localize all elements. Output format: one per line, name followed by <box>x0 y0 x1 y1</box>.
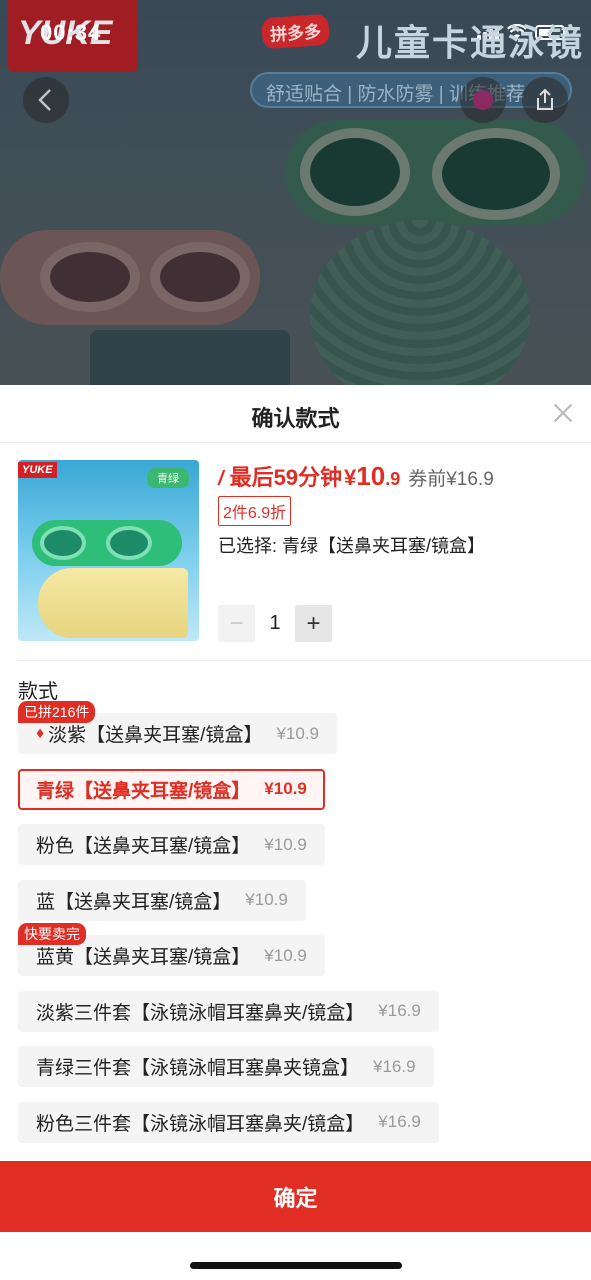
option-name: 青绿【送鼻夹耳塞/镜盒】 <box>36 780 251 802</box>
fire-icon: ♦ <box>36 724 45 742</box>
style-option-chip[interactable]: 粉色三件套【泳镜泳帽耳塞鼻夹/镜盒】 ¥16.9 <box>18 1101 439 1143</box>
thumb-podium <box>38 568 188 638</box>
option-price: ¥16.9 <box>378 1001 421 1020</box>
thumb-brand-logo: YUKE <box>18 462 57 478</box>
heart-icon <box>473 90 493 110</box>
product-summary: YUKE 青绿 / 最后59分钟 ¥ 10 .9 券前¥16.9 2件6.9折 … <box>18 460 574 660</box>
sheet-header: 确认款式 <box>0 385 591 443</box>
style-option: 青绿【送鼻夹耳塞/镜盒】 ¥10.9 <box>18 768 578 810</box>
style-option: 青绿三件套【泳镜泳帽耳塞鼻夹镜盒】 ¥16.9 <box>18 1046 578 1087</box>
quantity-stepper: − 1 + <box>218 605 332 642</box>
style-option: 粉色【送鼻夹耳塞/镜盒】 ¥10.9 <box>18 824 578 865</box>
decrease-button[interactable]: − <box>218 605 255 642</box>
flash-sale-icon: / <box>218 468 224 490</box>
option-name: 粉色三件套【泳镜泳帽耳塞鼻夹/镜盒】 <box>36 1113 365 1135</box>
promo-countdown: 最后59分钟 <box>229 465 343 490</box>
price-decimal: .9 <box>385 469 401 489</box>
style-option-chip[interactable]: 蓝【送鼻夹耳塞/镜盒】 ¥10.9 <box>18 879 306 921</box>
banner-title: 儿童卡通泳镜 <box>356 22 585 63</box>
price-symbol: ¥ <box>344 465 357 490</box>
option-price: ¥10.9 <box>264 779 307 798</box>
share-icon <box>537 88 553 110</box>
style-option-chip[interactable]: 粉色【送鼻夹耳塞/镜盒】 ¥10.9 <box>18 824 325 865</box>
style-options-list: 已拼216件 ♦ 淡紫【送鼻夹耳塞/镜盒】 ¥10.9 青绿【送鼻夹耳塞/镜盒】… <box>18 701 578 1157</box>
option-price: ¥16.9 <box>378 1112 421 1131</box>
thumb-color-tag: 青绿 <box>147 468 189 488</box>
style-option: 淡紫三件套【泳镜泳帽耳塞鼻夹/镜盒】 ¥16.9 <box>18 990 578 1032</box>
thumb-lens <box>40 526 86 560</box>
price-integer: 10 <box>356 461 386 491</box>
style-option: 粉色三件套【泳镜泳帽耳塞鼻夹/镜盒】 ¥16.9 <box>18 1101 578 1143</box>
almost-sold-out-badge: 快要卖完 <box>18 923 86 945</box>
favorite-button[interactable] <box>460 77 506 123</box>
option-name: 粉色【送鼻夹耳塞/镜盒】 <box>36 836 251 857</box>
style-option: 蓝【送鼻夹耳塞/镜盒】 ¥10.9 <box>18 879 578 921</box>
share-button[interactable] <box>522 77 568 123</box>
style-option-chip[interactable]: 淡紫三件套【泳镜泳帽耳塞鼻夹/镜盒】 ¥16.9 <box>18 990 439 1032</box>
option-name: 淡紫三件套【泳镜泳帽耳塞鼻夹/镜盒】 <box>36 1002 365 1024</box>
option-price: ¥10.9 <box>264 945 307 965</box>
product-thumbnail[interactable]: YUKE 青绿 <box>18 460 199 641</box>
style-section-label: 款式 <box>18 681 58 703</box>
confirm-button[interactable]: 确定 <box>0 1161 591 1232</box>
option-name: 淡紫【送鼻夹耳塞/镜盒】 <box>48 725 263 746</box>
option-price: ¥16.9 <box>373 1056 416 1076</box>
back-button[interactable] <box>23 77 69 123</box>
thumb-lens <box>106 526 152 560</box>
discount-tag: 2件6.9折 <box>218 496 292 526</box>
style-selection-sheet: 确认款式 YUKE 青绿 / 最后59分钟 ¥ 10 .9 券前¥16.9 2件… <box>0 385 591 1280</box>
option-price: ¥10.9 <box>245 890 288 909</box>
price-row: / 最后59分钟 ¥ 10 .9 券前¥16.9 <box>218 460 494 492</box>
before-coupon-price: 券前¥16.9 <box>408 469 494 490</box>
style-option-chip-selected[interactable]: 青绿【送鼻夹耳塞/镜盒】 ¥10.9 <box>18 768 325 810</box>
sold-count-badge: 已拼216件 <box>18 701 96 723</box>
option-name: 蓝【送鼻夹耳塞/镜盒】 <box>36 891 232 913</box>
platform-badge: 拼多多 <box>261 13 330 50</box>
style-option: 已拼216件 ♦ 淡紫【送鼻夹耳塞/镜盒】 ¥10.9 <box>18 701 578 754</box>
chevron-left-icon <box>38 89 51 111</box>
selected-variant-text: 已选择: 青绿【送鼻夹耳塞/镜盒】 <box>218 536 486 556</box>
sheet-title: 确认款式 <box>251 406 340 431</box>
option-name: 青绿三件套【泳镜泳帽耳塞鼻夹镜盒】 <box>36 1058 360 1079</box>
increase-button[interactable]: + <box>295 605 332 642</box>
status-time: 00:34 <box>40 20 102 45</box>
option-price: ¥10.9 <box>264 834 307 854</box>
option-name: 蓝黄【送鼻夹耳塞/镜盒】 <box>36 947 251 968</box>
style-option: 快要卖完 蓝黄【送鼻夹耳塞/镜盒】 ¥10.9 <box>18 923 578 976</box>
style-option-chip[interactable]: 青绿三件套【泳镜泳帽耳塞鼻夹镜盒】 ¥16.9 <box>18 1046 434 1087</box>
option-price: ¥10.9 <box>276 723 319 743</box>
divider <box>18 660 591 661</box>
quantity-value[interactable]: 1 <box>255 612 295 635</box>
close-icon[interactable] <box>553 403 573 423</box>
home-indicator[interactable] <box>190 1262 402 1269</box>
